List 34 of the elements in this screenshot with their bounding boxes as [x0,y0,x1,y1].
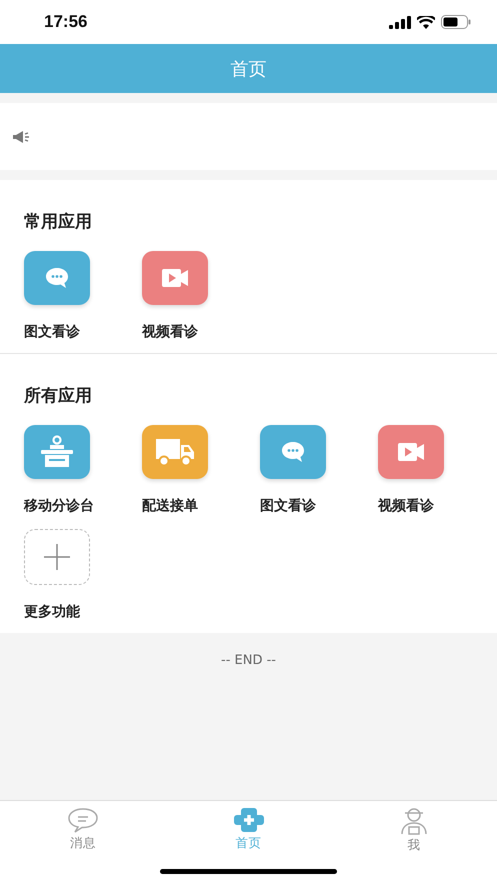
desk-icon [38,435,76,469]
section-title: 所有应用 [24,385,92,407]
app-tile[interactable] [260,425,326,479]
app-tile[interactable] [378,425,444,479]
app-label[interactable]: 图文看诊 [260,497,316,515]
status-time: 17:56 [44,12,88,32]
video-camera-icon [161,268,189,288]
app-label[interactable]: 配送接单 [142,497,198,515]
add-app-tile[interactable] [24,529,90,585]
app-tile[interactable] [24,425,90,479]
tab-item[interactable]: 消息 [0,801,166,853]
wifi-icon [417,16,435,28]
section-title: 常用应用 [24,211,92,233]
app-tile[interactable] [142,251,208,305]
signal-icon [389,16,411,28]
app-label[interactable]: 移动分诊台 [24,497,94,515]
video-camera-icon [397,442,425,462]
page-title: 首页 [230,58,266,80]
app-tile[interactable] [24,251,90,305]
person-icon [399,807,430,835]
chat-bubble-icon [280,440,306,464]
app-label[interactable]: 视频看诊 [142,323,198,341]
medical-cross-icon [234,807,264,833]
battery-icon [441,15,471,29]
app-label[interactable]: 更多功能 [24,603,80,621]
chat-bubble-icon [44,266,70,290]
app-tile[interactable] [142,425,208,479]
plus-icon [43,543,71,571]
end-label: -- END -- [221,653,276,668]
app-label[interactable]: 图文看诊 [24,323,80,341]
megaphone-icon [12,130,30,144]
chat-bubble-icon [66,807,99,833]
app-label[interactable]: 视频看诊 [378,497,434,515]
tab-item[interactable]: 我 [331,801,497,855]
